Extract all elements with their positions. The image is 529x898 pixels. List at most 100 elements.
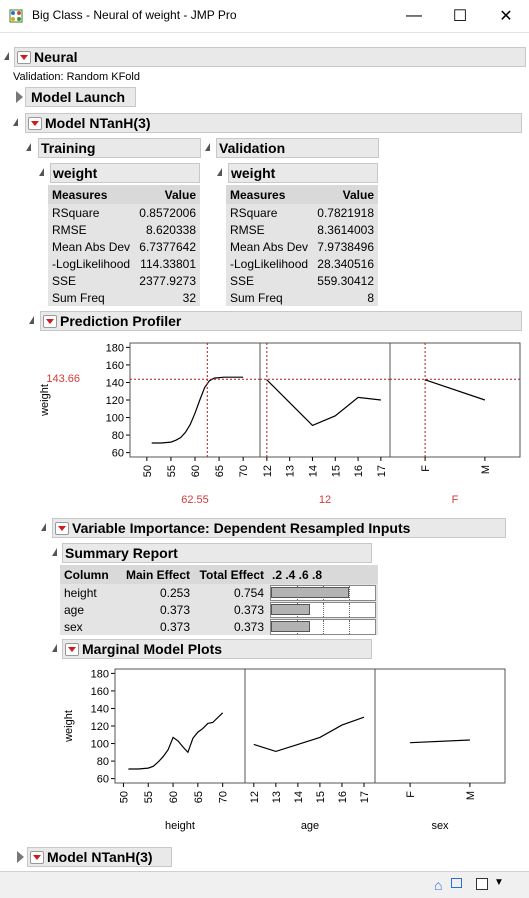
disclosure-open-icon[interactable] bbox=[39, 168, 44, 176]
measure-name: Sum Freq bbox=[48, 289, 135, 306]
disclosure-open-icon[interactable] bbox=[52, 644, 57, 652]
x-tick-label: 13 bbox=[271, 791, 283, 803]
plot-panel-sex[interactable] bbox=[389, 342, 521, 458]
current-y-value[interactable]: 143.66 bbox=[46, 373, 80, 385]
table-icon[interactable] bbox=[451, 878, 462, 888]
measure-name: RMSE bbox=[226, 221, 313, 238]
plot-panel-height[interactable] bbox=[114, 668, 246, 784]
validation-weight-header: weight bbox=[228, 163, 378, 183]
measure-value: 32 bbox=[134, 289, 200, 306]
disclosure-open-icon[interactable] bbox=[217, 168, 222, 176]
disclosure-open-icon[interactable] bbox=[26, 143, 31, 151]
x-axis-label: sex bbox=[446, 512, 464, 513]
x-tick-label: 70 bbox=[238, 465, 250, 477]
y-axis-label: weight bbox=[63, 710, 75, 743]
table-row: Sum Freq 32 bbox=[48, 289, 200, 306]
measure-value: 8.620338 bbox=[134, 221, 200, 238]
x-tick-label: 16 bbox=[337, 791, 349, 803]
marginal-model-plots-chart[interactable]: weight 180 160 140 120 100 80 60 50 55 60 65 70 heigh… bbox=[0, 661, 529, 843]
title-bar: Big Class - Neural of weight - JMP Pro —… bbox=[0, 0, 529, 33]
x-tick-label: 14 bbox=[293, 791, 305, 803]
model-launch-title: Model Launch bbox=[31, 89, 126, 105]
measure-value: 0.7821918 bbox=[312, 204, 378, 221]
x-tick-label: 14 bbox=[307, 465, 319, 477]
validation-method: Validation: Random KFold bbox=[13, 71, 140, 83]
y-tick-label: 80 bbox=[97, 756, 109, 768]
x-tick-label: 16 bbox=[353, 465, 365, 477]
summary-column: sex bbox=[60, 618, 118, 635]
y-tick-label: 180 bbox=[106, 342, 124, 354]
x-tick-label: 15 bbox=[315, 791, 327, 803]
window-list-icon[interactable] bbox=[476, 878, 488, 890]
plot-panel-height[interactable] bbox=[129, 342, 261, 458]
main-effect: 0.373 bbox=[118, 618, 194, 635]
table-row: SSE 2377.9273 bbox=[48, 272, 200, 289]
plot-panel-sex[interactable] bbox=[374, 668, 506, 784]
training-header: Training bbox=[38, 138, 201, 158]
x-tick-label: 60 bbox=[168, 791, 180, 803]
x-axis-label: height bbox=[165, 820, 195, 832]
red-triangle-menu-icon[interactable] bbox=[43, 314, 57, 328]
measure-value: 0.8572006 bbox=[134, 204, 200, 221]
model2-title: Model NTanH(3) bbox=[47, 849, 153, 865]
disclosure-closed-icon[interactable] bbox=[16, 91, 23, 103]
effect-bar bbox=[271, 586, 350, 598]
disclosure-open-icon[interactable] bbox=[41, 523, 46, 531]
red-triangle-menu-icon[interactable] bbox=[55, 521, 69, 535]
x-tick-label: 55 bbox=[166, 465, 178, 477]
x-tick-label: 65 bbox=[193, 791, 205, 803]
y-tick-label: 160 bbox=[106, 360, 124, 372]
x-tick-label: 50 bbox=[118, 791, 130, 803]
window-title: Big Class - Neural of weight - JMP Pro bbox=[32, 8, 237, 22]
summary-header: Summary Report bbox=[62, 543, 372, 563]
disclosure-closed-icon[interactable] bbox=[17, 851, 24, 863]
measure-name: Mean Abs Dev bbox=[48, 238, 135, 255]
current-value[interactable]: F bbox=[452, 494, 459, 506]
jmp-app-icon bbox=[9, 9, 23, 23]
model2-header[interactable]: Model NTanH(3) bbox=[27, 847, 172, 867]
close-button[interactable]: ✕ bbox=[483, 0, 529, 32]
disclosure-open-icon[interactable] bbox=[205, 143, 210, 151]
summary-column: height bbox=[60, 584, 118, 601]
red-triangle-menu-icon[interactable] bbox=[17, 50, 31, 64]
current-value[interactable]: 12 bbox=[319, 494, 331, 506]
home-icon[interactable]: ⌂ bbox=[434, 877, 442, 893]
effect-bar-cell bbox=[268, 601, 378, 618]
var-importance-title: Variable Importance: Dependent Resampled… bbox=[72, 520, 411, 536]
profiler-title: Prediction Profiler bbox=[60, 313, 182, 329]
prediction-profiler-chart[interactable]: weight 180 160 140 120 100 80 60 50 55 60 65 70 62.55… bbox=[0, 333, 529, 513]
validation-table: Measures Value RSquare 0.7821918 RMSE 8.361… bbox=[226, 185, 378, 306]
col-measures: Measures bbox=[226, 185, 313, 204]
table-row: sex 0.373 0.373 bbox=[60, 618, 378, 635]
plot-panel-age[interactable] bbox=[244, 668, 376, 784]
chevron-down-icon[interactable]: ▼ bbox=[494, 877, 504, 888]
training-weight-header: weight bbox=[50, 163, 200, 183]
red-triangle-menu-icon[interactable] bbox=[30, 850, 44, 864]
y-tick-label: 140 bbox=[106, 377, 124, 389]
red-triangle-menu-icon[interactable] bbox=[65, 642, 79, 656]
plot-panel-age[interactable] bbox=[259, 342, 391, 458]
measure-value: 6.7377642 bbox=[134, 238, 200, 255]
marginal-title: Marginal Model Plots bbox=[82, 641, 223, 657]
x-tick-label: 55 bbox=[143, 791, 155, 803]
total-effect: 0.373 bbox=[194, 618, 268, 635]
x-tick-label: 70 bbox=[218, 791, 230, 803]
table-row: Mean Abs Dev 6.7377642 bbox=[48, 238, 200, 255]
disclosure-open-icon[interactable] bbox=[29, 316, 34, 324]
current-value[interactable]: 62.55 bbox=[181, 494, 209, 506]
x-tick-label: 12 bbox=[249, 791, 261, 803]
disclosure-open-icon[interactable] bbox=[13, 118, 18, 126]
model-launch-header[interactable]: Model Launch bbox=[25, 87, 136, 107]
disclosure-open-icon[interactable] bbox=[4, 52, 9, 60]
x-axis-label: age bbox=[316, 512, 334, 513]
maximize-button[interactable]: ☐ bbox=[437, 0, 483, 32]
effect-bar bbox=[271, 603, 310, 615]
measure-value: 7.9738496 bbox=[312, 238, 378, 255]
red-triangle-menu-icon[interactable] bbox=[28, 116, 42, 130]
minimize-button[interactable]: — bbox=[391, 0, 437, 32]
x-tick-label: M bbox=[480, 465, 492, 474]
table-row: Mean Abs Dev 7.9738496 bbox=[226, 238, 378, 255]
y-tick-label: 120 bbox=[106, 395, 124, 407]
measure-name: SSE bbox=[226, 272, 313, 289]
disclosure-open-icon[interactable] bbox=[52, 548, 57, 556]
